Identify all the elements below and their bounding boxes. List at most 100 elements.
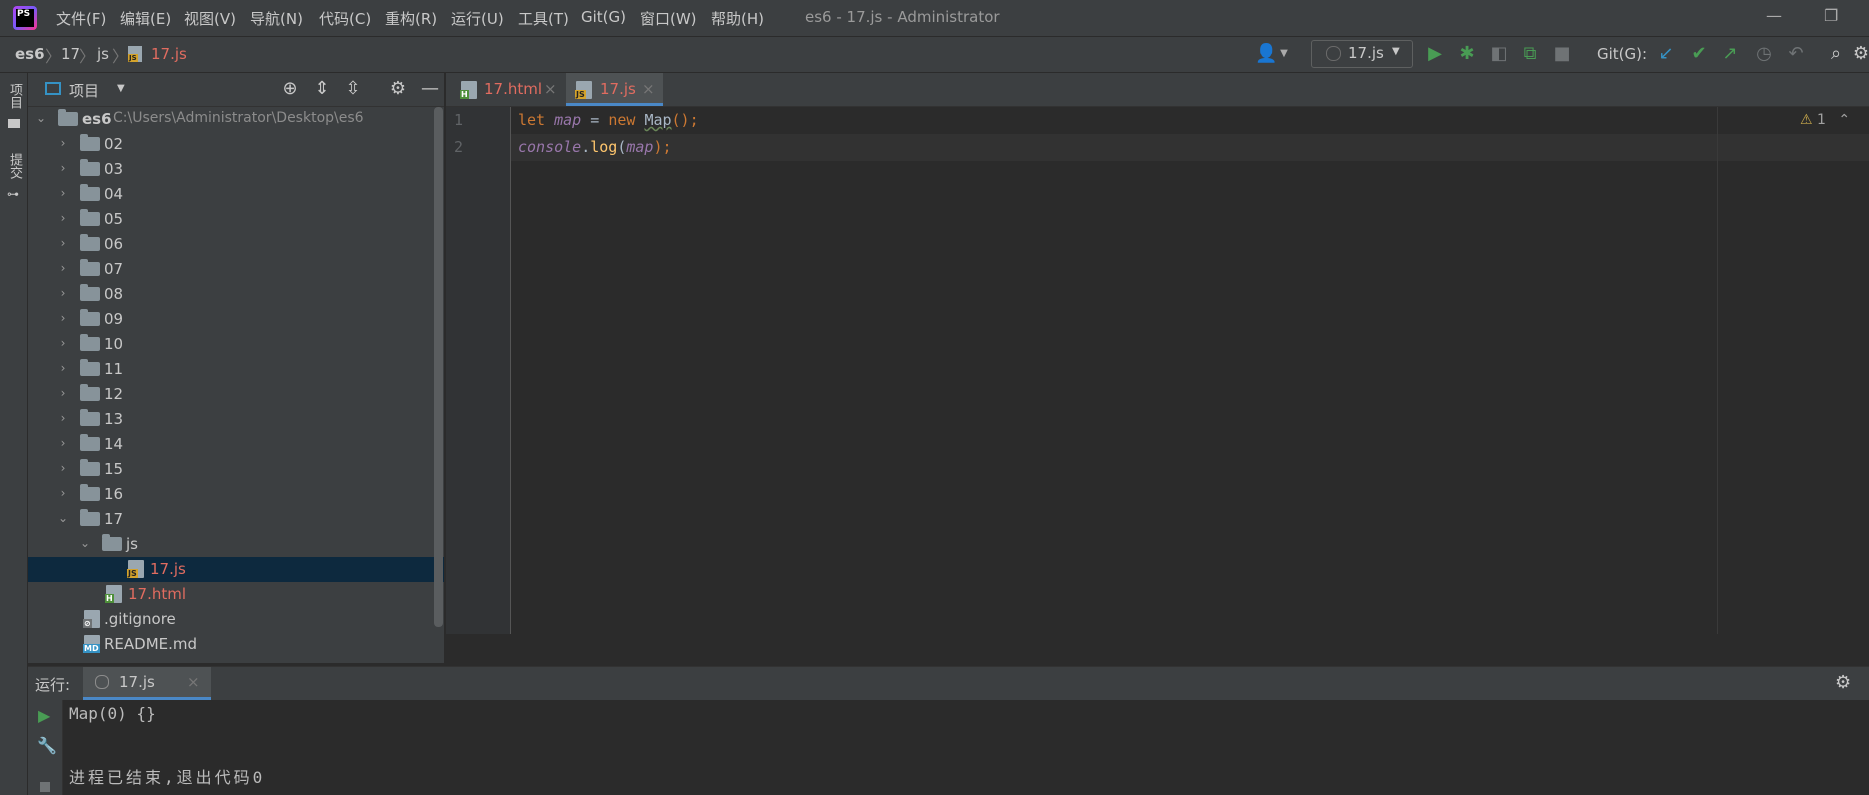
rerun-icon[interactable]: ▶ [38,706,50,725]
menu-git[interactable]: Git(G) [581,8,626,26]
chevron-right-icon[interactable]: › [56,361,70,375]
tree-row-file-readme[interactable]: MD README.md [28,632,444,657]
menu-refactor[interactable]: 重构(R) [385,8,437,29]
chevron-right-icon[interactable]: › [56,386,70,400]
tree-row-folder[interactable]: › 10 [28,332,444,357]
menu-run[interactable]: 运行(U) [451,8,504,29]
chevron-right-icon[interactable]: › [56,436,70,450]
menu-navigate[interactable]: 导航(N) [250,8,303,29]
tree-row-folder[interactable]: › 12 [28,382,444,407]
settings-icon[interactable]: ⚙ [1851,44,1869,64]
run-icon[interactable]: ▶ [1425,44,1445,64]
tree-row-folder[interactable]: › 16 [28,482,444,507]
tree-row-folder-17[interactable]: ⌄ 17 [28,507,444,532]
menu-window[interactable]: 窗口(W) [640,8,697,29]
commit-tool-tab[interactable]: 提交 [4,153,24,179]
chevron-right-icon[interactable]: › [56,136,70,150]
run-configuration-select[interactable]: 17.js ▼ [1311,40,1413,68]
tree-row-folder[interactable]: › 13 [28,407,444,432]
coverage-icon[interactable]: ◧ [1489,44,1509,64]
menu-help[interactable]: 帮助(H) [711,8,764,29]
history-icon[interactable]: ◷ [1754,44,1774,64]
project-panel-title[interactable]: 项目 [69,80,99,101]
menu-code[interactable]: 代码(C) [319,8,371,29]
file-name: 17.html [128,585,187,603]
close-icon[interactable]: × [187,673,200,691]
chevron-right-icon[interactable]: › [56,236,70,250]
tree-row-folder-js[interactable]: ⌄ js [28,532,444,557]
code-editor[interactable] [511,107,1869,634]
profile-icon[interactable]: ⧉ [1520,44,1540,64]
menu-view[interactable]: 视图(V) [184,8,236,29]
tree-row-folder[interactable]: › 03 [28,157,444,182]
tree-row-folder[interactable]: › 07 [28,257,444,282]
search-icon[interactable]: ⌕ [1826,44,1846,64]
chevron-up-icon[interactable]: ⌃ [1838,112,1850,128]
debug-icon[interactable]: ✱ [1457,44,1477,64]
menu-file[interactable]: 文件(F) [56,8,106,29]
tree-row-file-17js[interactable]: JS 17.js [28,557,444,582]
tab-17html[interactable]: H 17.html × [446,73,565,106]
tree-row-folder[interactable]: › 08 [28,282,444,307]
close-icon[interactable]: × [544,80,557,98]
chevron-right-icon[interactable]: › [56,161,70,175]
tree-row-root[interactable]: ⌄ es6 C:\Users\Administrator\Desktop\es6 [28,107,444,132]
folder-icon [80,159,100,176]
chevron-down-icon[interactable]: ▼ [1274,44,1294,64]
hide-panel-icon[interactable]: — [420,79,440,99]
minimize-button[interactable]: — [1766,6,1782,25]
user-icon[interactable]: 👤 [1255,44,1277,64]
chevron-down-icon[interactable]: ⌄ [78,536,92,550]
git-push-icon[interactable]: ↗ [1720,44,1740,64]
git-commit-icon[interactable]: ✔ [1689,44,1709,64]
menu-tools[interactable]: 工具(T) [518,8,569,29]
breadcrumb-es6[interactable]: es6 [15,45,45,63]
folder-icon [102,534,122,551]
chevron-right-icon[interactable]: › [56,461,70,475]
breadcrumb-17[interactable]: 17 [61,45,80,63]
breadcrumb-js[interactable]: js [97,45,109,63]
project-tree-scrollbar[interactable] [434,107,443,627]
rollback-icon[interactable]: ↶ [1786,44,1806,64]
locate-file-icon[interactable]: ⊕ [280,79,300,99]
chevron-down-icon[interactable]: ⌄ [34,111,48,125]
expand-all-icon[interactable]: ⇕ [312,79,332,99]
chevron-right-icon[interactable]: › [56,261,70,275]
tree-row-file-17html[interactable]: H 17.html [28,582,444,607]
tree-row-folder[interactable]: › 09 [28,307,444,332]
breadcrumb-17js[interactable]: 17.js [151,45,187,63]
close-icon[interactable]: × [642,80,655,98]
tree-row-folder[interactable]: › 02 [28,132,444,157]
tree-row-folder[interactable]: › 06 [28,232,444,257]
collapse-all-icon[interactable]: ⇳ [343,79,363,99]
chevron-right-icon[interactable]: › [56,411,70,425]
tree-row-folder[interactable]: › 05 [28,207,444,232]
stop-icon[interactable]: ■ [1552,44,1572,64]
project-tool-tab[interactable]: 项目 [4,83,24,109]
tab-17js[interactable]: JS 17.js × [566,73,663,106]
run-console-output[interactable]: Map(0) {} 进程已结束,退出代码0 [63,700,1869,795]
restore-button[interactable]: ❐ [1824,6,1838,25]
chevron-right-icon[interactable]: › [56,311,70,325]
stop-icon[interactable] [40,782,50,792]
chevron-right-icon[interactable]: › [56,486,70,500]
chevron-down-icon[interactable]: ⌄ [56,511,70,525]
chevron-right-icon[interactable]: › [56,286,70,300]
gear-icon[interactable]: ⚙ [388,79,408,99]
tree-row-folder[interactable]: › 15 [28,457,444,482]
wrench-icon[interactable]: 🔧 [37,736,57,755]
tree-row-folder[interactable]: › 04 [28,182,444,207]
chevron-right-icon[interactable]: › [56,211,70,225]
git-update-icon[interactable]: ↙ [1656,44,1676,64]
chevron-right-icon[interactable]: › [56,186,70,200]
gear-icon[interactable]: ⚙ [1835,672,1851,693]
tree-row-folder[interactable]: › 14 [28,432,444,457]
run-tab-17js[interactable]: 17.js × [83,667,211,700]
tree-row-folder[interactable]: › 11 [28,357,444,382]
chevron-right-icon[interactable]: › [56,336,70,350]
project-tree: ⌄ es6 C:\Users\Administrator\Desktop\es6… [28,107,444,663]
inspection-widget[interactable]: ⚠ 1 ⌃ [1800,112,1860,132]
menu-edit[interactable]: 编辑(E) [120,8,171,29]
tree-row-file-gitignore[interactable]: ⊘ .gitignore [28,607,444,632]
chevron-down-icon[interactable]: ▼ [117,83,125,94]
